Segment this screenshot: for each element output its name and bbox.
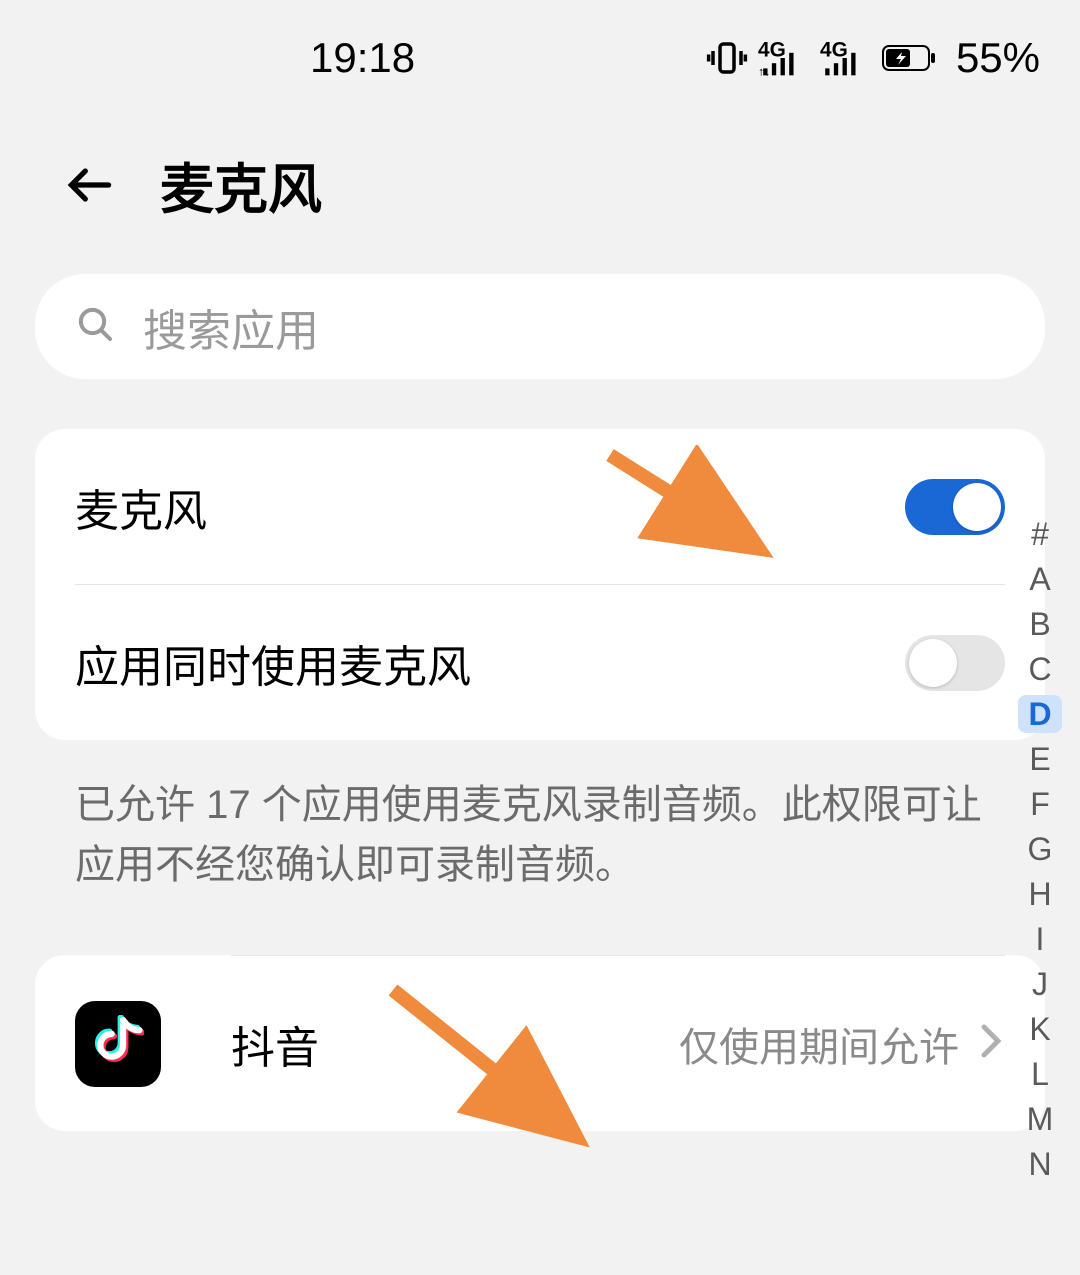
multi-app-toggle-switch[interactable]	[905, 635, 1005, 691]
app-name: 抖音	[231, 1012, 679, 1076]
microphone-settings-card: 麦克风 应用同时使用麦克风	[35, 429, 1045, 740]
index-K[interactable]: K	[1018, 1010, 1062, 1048]
search-placeholder: 搜索应用	[143, 295, 319, 359]
index-F[interactable]: F	[1018, 785, 1062, 823]
multi-app-toggle-row[interactable]: 应用同时使用麦克风	[75, 585, 1005, 740]
douyin-app-icon	[75, 1001, 161, 1087]
index-A[interactable]: A	[1018, 560, 1062, 598]
battery-percent: 55%	[956, 34, 1040, 82]
index-B[interactable]: B	[1018, 605, 1062, 643]
svg-text:4G: 4G	[758, 38, 786, 61]
app-list-card: 抖音 仅使用期间允许	[35, 955, 1045, 1131]
microphone-toggle-switch[interactable]	[905, 479, 1005, 535]
index-G[interactable]: G	[1018, 830, 1062, 868]
alpha-index[interactable]: # ABCDEFGHIJKLMN	[1018, 515, 1062, 1183]
chevron-right-icon	[977, 1020, 1005, 1067]
index-E[interactable]: E	[1018, 740, 1062, 778]
svg-text:4G: 4G	[820, 38, 848, 61]
index-#[interactable]: #	[1018, 515, 1062, 553]
permission-description: 已允许 17 个应用使用麦克风录制音频。此权限可让应用不经您确认即可录制音频。	[35, 775, 1045, 895]
microphone-toggle-row[interactable]: 麦克风	[75, 429, 1005, 584]
app-row-douyin[interactable]: 抖音 仅使用期间允许	[35, 956, 1045, 1131]
index-L[interactable]: L	[1018, 1055, 1062, 1093]
index-D[interactable]: D	[1018, 695, 1062, 733]
status-bar: 19:18 4G ↑↓ 4G	[0, 0, 1080, 115]
svg-text:↑↓: ↑↓	[758, 64, 770, 78]
vibrate-icon	[706, 37, 748, 79]
page-title: 麦克风	[160, 145, 322, 224]
status-time: 19:18	[310, 34, 415, 82]
battery-icon	[882, 42, 938, 74]
back-button[interactable]	[60, 155, 120, 215]
search-input[interactable]: 搜索应用	[35, 274, 1045, 379]
index-I[interactable]: I	[1018, 920, 1062, 958]
app-permission-status: 仅使用期间允许	[679, 1015, 959, 1073]
multi-app-label: 应用同时使用麦克风	[75, 631, 471, 695]
signal-4g-icon-1: 4G ↑↓	[758, 37, 810, 79]
index-H[interactable]: H	[1018, 875, 1062, 913]
header: 麦克风	[0, 115, 1080, 274]
microphone-label: 麦克风	[75, 475, 207, 539]
index-C[interactable]: C	[1018, 650, 1062, 688]
search-icon	[75, 304, 115, 349]
signal-4g-icon-2: 4G	[820, 37, 872, 79]
index-M[interactable]: M	[1018, 1100, 1062, 1138]
index-J[interactable]: J	[1018, 965, 1062, 1003]
status-right: 4G ↑↓ 4G	[706, 34, 1040, 82]
index-N[interactable]: N	[1018, 1145, 1062, 1183]
